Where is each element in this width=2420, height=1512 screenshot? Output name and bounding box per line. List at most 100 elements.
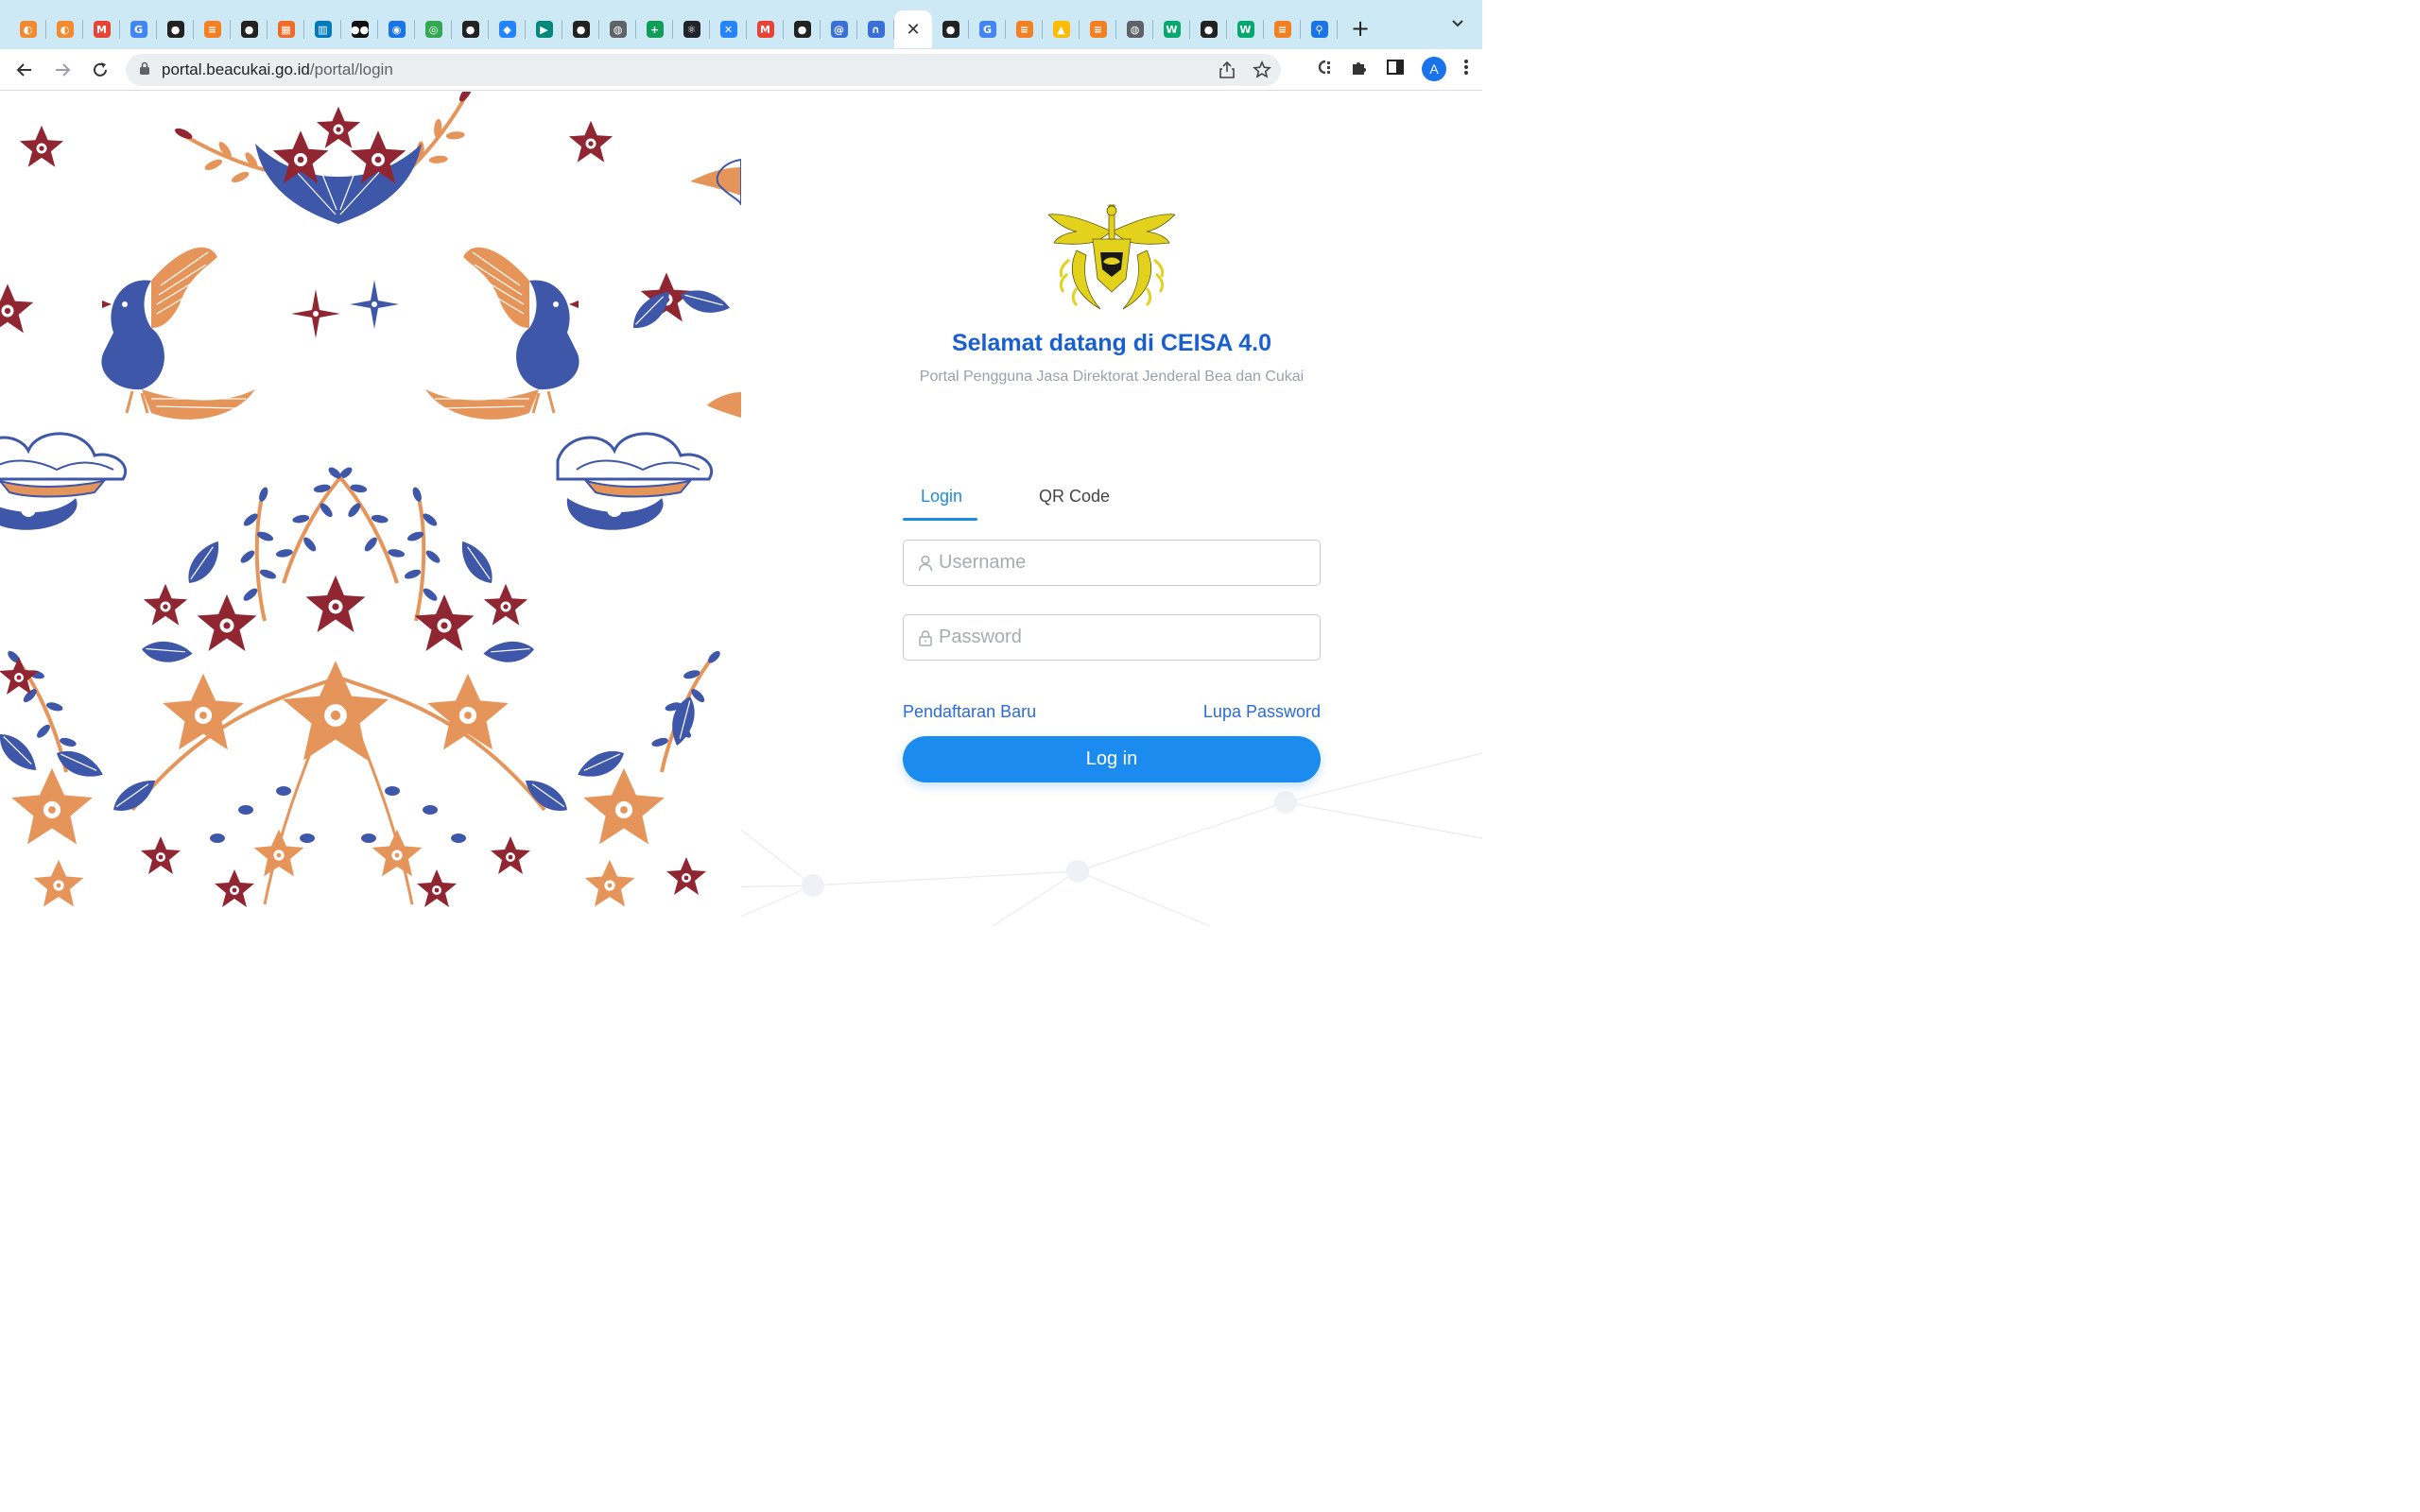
browser-tab[interactable]: ⚲ [1301, 10, 1338, 48]
google-drive-icon: ▲ [1052, 21, 1070, 38]
swirl-app-icon: @ [830, 21, 848, 38]
close-icon[interactable]: ✕ [906, 20, 920, 40]
browser-tab[interactable]: ◆ [489, 10, 526, 48]
side-panel-icon[interactable] [1386, 58, 1405, 81]
login-submit-button[interactable]: Log in [903, 736, 1321, 782]
browser-tab[interactable]: ◐ [46, 10, 83, 48]
browser-tab[interactable]: G [120, 10, 157, 48]
browser-tab[interactable]: ● [231, 10, 268, 48]
browser-tab[interactable]: ●● [341, 10, 378, 48]
lock-icon [918, 629, 935, 646]
swift-fruit-icon: ◐ [19, 21, 37, 38]
browser-toolbar: portal.beacukai.go.id/portal/login A [0, 49, 1482, 91]
github-icon: ● [461, 21, 479, 38]
address-bar[interactable]: portal.beacukai.go.id/portal/login [126, 54, 1281, 86]
extensions-puzzle-icon[interactable] [1350, 58, 1369, 81]
password-field[interactable] [903, 614, 1321, 661]
browser-tab[interactable]: ◍ [1116, 10, 1153, 48]
forward-icon[interactable] [49, 57, 76, 83]
browser-tab[interactable]: ● [932, 10, 969, 48]
github-icon: ● [240, 21, 258, 38]
bookmark-star-icon[interactable] [1253, 60, 1271, 84]
login-page: Selamat datang di CEISA 4.0 Portal Pengg… [0, 92, 1482, 926]
browser-tab[interactable]: ● [562, 10, 599, 48]
tab-search-icon[interactable] [1450, 15, 1465, 35]
trello-icon: ▥ [314, 21, 332, 38]
stackoverflow-icon: ≡ [1015, 21, 1033, 38]
browser-tab[interactable]: ⚛ [673, 10, 710, 48]
browser-tab-strip: ◐ ◐ M G ● ≡ ● ▦ ▥ ●● ◉ ◎ ● ◆ ▶ ● ◍ + ⚛ ✕ M ● @ ∩ ✕ ● G ≡ ▲ ≡ ◍ W ● W ≡ ⚲ + [0, 0, 1482, 49]
google-meet-icon: ▶ [535, 21, 553, 38]
browser-tab[interactable]: M [83, 10, 120, 48]
portal-subtitle: Portal Pengguna Jasa Direktorat Jenderal… [919, 369, 1305, 385]
google-icon: G [978, 21, 996, 38]
browser-tab[interactable]: ≡ [1264, 10, 1301, 48]
username-input[interactable] [939, 541, 1320, 584]
browser-tab-active[interactable]: ✕ [894, 10, 932, 48]
browser-tab[interactable]: W [1227, 10, 1264, 48]
github-icon: ● [166, 21, 184, 38]
browser-tab[interactable]: ∩ [857, 10, 894, 48]
browser-tab[interactable]: M [747, 10, 784, 48]
new-tab-button[interactable]: + [1351, 15, 1370, 42]
back-icon[interactable] [11, 57, 38, 83]
user-icon [918, 555, 935, 572]
browser-tab[interactable]: ◍ [599, 10, 636, 48]
stackoverflow-icon: ≡ [203, 21, 221, 38]
auth-links: Pendaftaran Baru Lupa Password [903, 702, 1321, 725]
register-link[interactable]: Pendaftaran Baru [903, 702, 1036, 722]
react-icon: ⚛ [683, 21, 700, 38]
username-field[interactable] [903, 540, 1321, 586]
medium-icon: ●● [351, 21, 369, 38]
lock-icon[interactable] [139, 61, 150, 79]
github-icon: ● [793, 21, 811, 38]
forgot-password-link[interactable]: Lupa Password [1203, 702, 1321, 722]
bea-cukai-emblem-logo [1047, 203, 1176, 319]
maps-pin-icon: ◉ [388, 21, 406, 38]
browser-tab[interactable]: G [969, 10, 1006, 48]
jira-icon: ◆ [498, 21, 516, 38]
github-icon: ● [942, 21, 959, 38]
browser-tab[interactable]: ▲ [1043, 10, 1080, 48]
url-text: portal.beacukai.go.id/portal/login [162, 60, 393, 78]
reload-icon[interactable] [87, 57, 113, 83]
tab-login[interactable]: Login [921, 487, 962, 507]
browser-tab[interactable]: ▥ [304, 10, 341, 48]
github-icon: ● [1200, 21, 1218, 38]
extension-c-icon[interactable] [1314, 58, 1333, 81]
stackoverflow-icon: ≡ [1089, 21, 1107, 38]
menu-kebab-icon[interactable] [1463, 58, 1469, 81]
w3schools-icon: W [1163, 21, 1181, 38]
lens-icon: ⚲ [1310, 21, 1328, 38]
tab-qr-code[interactable]: QR Code [1039, 487, 1110, 507]
browser-tab[interactable]: ≡ [1006, 10, 1043, 48]
share-icon[interactable] [1219, 60, 1236, 84]
browser-tab[interactable]: ◐ [9, 10, 46, 48]
browser-tab[interactable]: ≡ [1080, 10, 1116, 48]
browser-tab[interactable]: ✕ [710, 10, 747, 48]
swift-fruit-icon: ◐ [56, 21, 74, 38]
profile-avatar[interactable]: A [1422, 57, 1446, 81]
browser-tab[interactable]: W [1153, 10, 1190, 48]
w3schools-icon: W [1236, 21, 1254, 38]
browser-tab[interactable]: ▦ [268, 10, 304, 48]
google-icon: G [130, 21, 147, 38]
batik-illustration [0, 92, 741, 926]
login-method-tabs: Login QR Code [903, 477, 1321, 521]
browser-tab[interactable]: ≡ [194, 10, 231, 48]
password-input[interactable] [939, 616, 1320, 659]
browser-tab[interactable]: ● [1190, 10, 1227, 48]
stackoverflow-icon: ≡ [1273, 21, 1291, 38]
browser-tab[interactable]: ● [784, 10, 821, 48]
gmail-icon: M [93, 21, 111, 38]
arch-app-icon: ∩ [867, 21, 885, 38]
browser-tab[interactable]: ◉ [378, 10, 415, 48]
browser-tab[interactable]: ◎ [415, 10, 452, 48]
browser-tab[interactable]: ● [157, 10, 194, 48]
browser-tab[interactable]: ▶ [526, 10, 562, 48]
tab-list: ◐ ◐ M G ● ≡ ● ▦ ▥ ●● ◉ ◎ ● ◆ ▶ ● ◍ + ⚛ ✕ M ● @ ∩ ✕ ● G ≡ ▲ ≡ ◍ W ● W ≡ ⚲ [0, 0, 1338, 49]
top-garland [169, 92, 493, 224]
browser-tab[interactable]: @ [821, 10, 857, 48]
browser-tab[interactable]: + [636, 10, 673, 48]
browser-tab[interactable]: ● [452, 10, 489, 48]
